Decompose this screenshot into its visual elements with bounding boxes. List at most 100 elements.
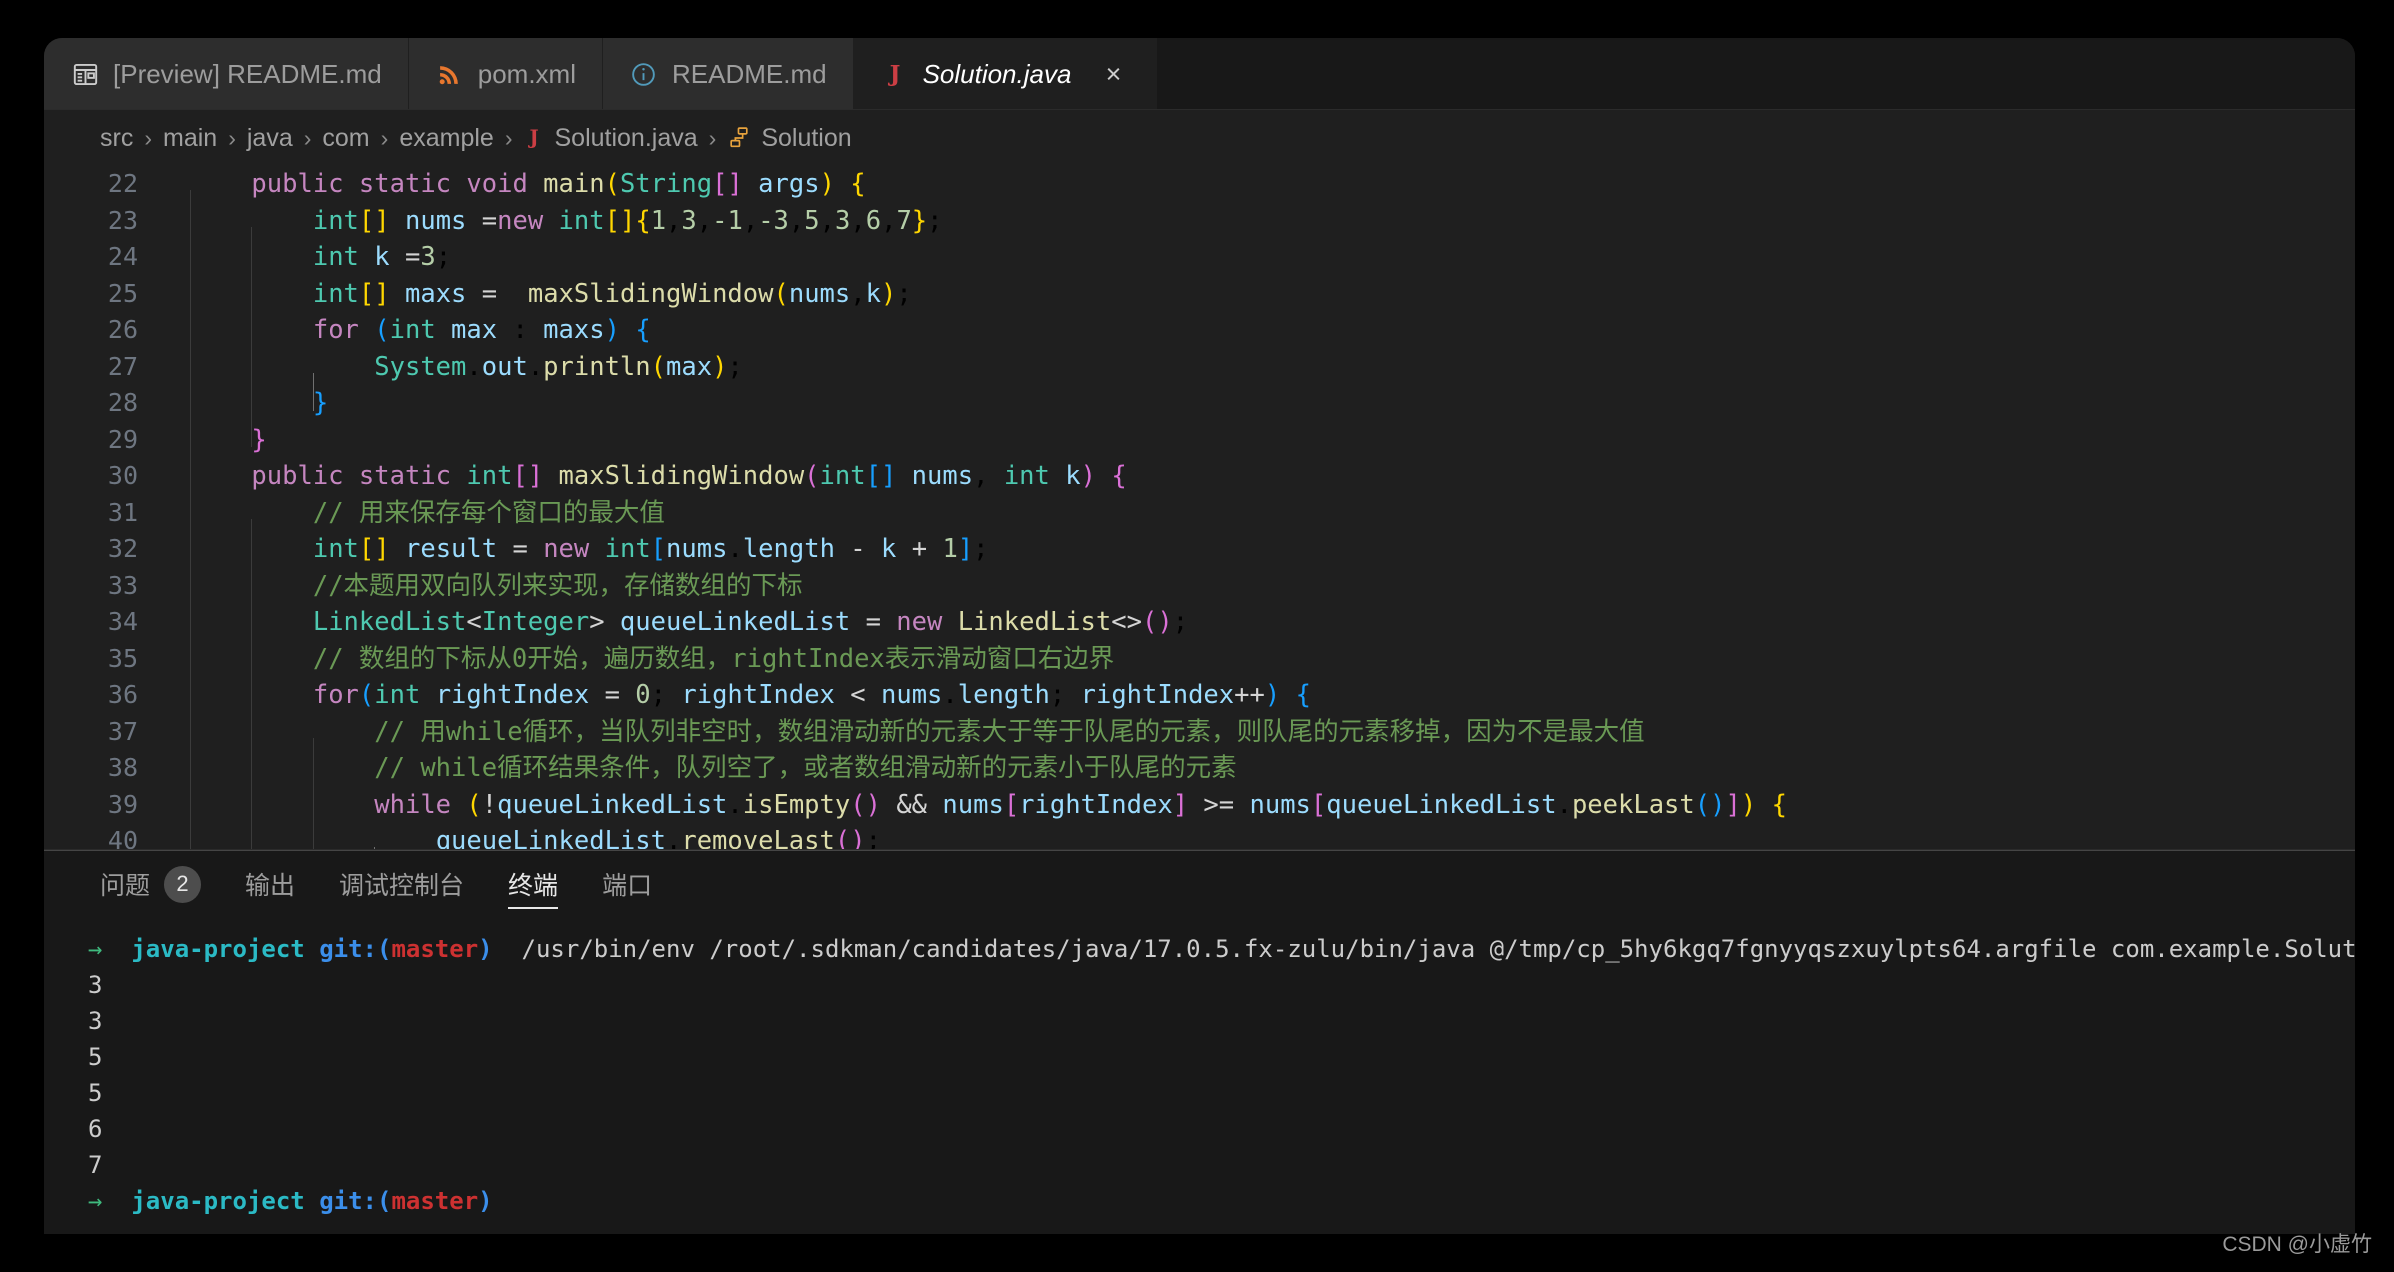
code-line: 25 int[] maxs = maxSlidingWindow(nums,k)… bbox=[44, 276, 2355, 338]
tab-readme-md[interactable]: README.md bbox=[602, 38, 854, 110]
prompt-arrow-icon: → bbox=[88, 935, 103, 963]
code-line: 28 } bbox=[44, 385, 2355, 447]
code-line: 23 int[] nums =new int[]{1,3,-1,-3,5,3,6… bbox=[44, 203, 2355, 265]
breadcrumb-item-java[interactable]: java bbox=[247, 124, 293, 153]
problems-badge: 2 bbox=[164, 865, 202, 903]
breadcrumb-label: java bbox=[246, 123, 293, 152]
prompt-arrow-icon: → bbox=[88, 1187, 103, 1215]
chevron-right-icon: › bbox=[504, 124, 513, 151]
tab-solution-java[interactable]: J Solution.java × bbox=[853, 38, 1158, 110]
line-number: 26 bbox=[107, 315, 138, 344]
panel-tab-label: 终端 bbox=[508, 872, 559, 900]
code-line: 36 for(int rightIndex = 0; rightIndex < … bbox=[44, 677, 2355, 739]
breadcrumb-label: main bbox=[163, 123, 218, 152]
breadcrumb: src › main › java › com › example › J So… bbox=[44, 110, 2355, 166]
line-number: 36 bbox=[107, 680, 138, 709]
breadcrumb-item-solution-class[interactable]: Solution bbox=[727, 123, 852, 153]
breadcrumb-item-com[interactable]: com bbox=[322, 124, 369, 153]
line-number: 29 bbox=[107, 424, 138, 454]
line-number: 40 bbox=[107, 826, 138, 850]
panel-tab-problems[interactable]: 问题 2 bbox=[100, 851, 202, 917]
vscode-window: [Preview] README.md pom.xml README.md J … bbox=[44, 38, 2355, 1234]
svg-text:J: J bbox=[528, 125, 539, 148]
bottom-panel: 问题 2 输出 调试控制台 终端 端口 → java-project git:(… bbox=[44, 850, 2355, 1234]
tab-label: Solution.java bbox=[922, 58, 1072, 89]
code-content: for (int max : maxs) { bbox=[190, 315, 651, 374]
class-icon bbox=[727, 124, 752, 153]
prompt-directory: java-project bbox=[131, 935, 305, 963]
line-number: 22 bbox=[107, 169, 138, 198]
line-number: 24 bbox=[107, 242, 138, 271]
code-content: public static void main(String[] args) { bbox=[190, 169, 866, 228]
code-line: 33 //本题用双向队列来实现，存储数组的下标 bbox=[44, 568, 2355, 630]
line-number: 31 bbox=[107, 497, 138, 527]
panel-tab-terminal[interactable]: 终端 bbox=[508, 851, 559, 917]
close-icon[interactable]: × bbox=[1096, 57, 1130, 91]
code-line: 22 public static void main(String[] args… bbox=[44, 166, 2355, 228]
line-number: 39 bbox=[107, 789, 138, 819]
terminal-output-line: 5 bbox=[88, 1079, 103, 1107]
code-line: 38 // while循环结果条件，队列空了，或者数组滑动新的元素小于队尾的元素 bbox=[44, 750, 2355, 812]
info-icon bbox=[629, 59, 659, 89]
java-icon: J bbox=[523, 124, 545, 153]
code-line: 26 for (int max : maxs) { bbox=[44, 312, 2355, 374]
code-line: 37 // 用while循环，当队列非空时，数组滑动新的元素大于等于队尾的元素，… bbox=[44, 714, 2355, 776]
line-number: 30 bbox=[107, 461, 138, 490]
preview-icon bbox=[70, 59, 100, 89]
breadcrumb-item-example[interactable]: example bbox=[399, 124, 494, 153]
line-number: 38 bbox=[107, 753, 138, 782]
breadcrumb-label: example bbox=[399, 123, 494, 152]
code-content: // while循环结果条件，队列空了，或者数组滑动新的元素小于队尾的元素 bbox=[190, 753, 1237, 812]
panel-tab-label: 输出 bbox=[245, 872, 296, 900]
breadcrumb-item-main[interactable]: main bbox=[163, 124, 217, 153]
code-content: // 用while循环，当队列非空时，数组滑动新的元素大于等于队尾的元素，则队尾… bbox=[190, 716, 1645, 776]
line-number: 35 bbox=[107, 643, 138, 673]
panel-tab-ports[interactable]: 端口 bbox=[602, 851, 652, 917]
tab-preview-readme[interactable]: [Preview] README.md bbox=[44, 38, 409, 110]
xml-rss-icon bbox=[435, 59, 465, 89]
panel-tab-debug-console[interactable]: 调试控制台 bbox=[339, 851, 464, 917]
code-line: 39 while (!queueLinkedList.isEmpty() && … bbox=[44, 787, 2355, 849]
code-content: int[] nums =new int[]{1,3,-1,-3,5,3,6,7}… bbox=[190, 205, 943, 265]
terminal-output[interactable]: → java-project git:(master) /usr/bin/env… bbox=[44, 917, 2355, 1234]
code-content: //本题用双向队列来实现，存储数组的下标 bbox=[190, 570, 803, 630]
code-line: 32 int[] result = new int[nums.length - … bbox=[44, 531, 2355, 593]
code-content: queueLinkedList.removeLast(); bbox=[190, 826, 881, 850]
editor-tab-bar: [Preview] README.md pom.xml README.md J … bbox=[44, 38, 2355, 110]
line-number: 27 bbox=[107, 351, 138, 381]
java-icon: J bbox=[880, 59, 910, 89]
breadcrumb-label: Solution bbox=[761, 123, 852, 152]
watermark: CSDN @小虚竹 bbox=[2222, 1233, 2372, 1256]
prompt-git-open: git:( bbox=[319, 1187, 392, 1215]
code-content: // 数组的下标从0开始，遍历数组，rightIndex表示滑动窗口右边界 bbox=[190, 643, 1115, 703]
terminal-output-line: 3 bbox=[88, 1007, 103, 1035]
breadcrumb-item-src[interactable]: src bbox=[100, 124, 133, 153]
chevron-right-icon: › bbox=[144, 124, 152, 151]
code-line: 29 } bbox=[44, 422, 2355, 484]
chevron-right-icon: › bbox=[380, 124, 389, 151]
tab-label: pom.xml bbox=[477, 58, 576, 89]
line-number: 28 bbox=[107, 388, 138, 417]
code-content: System.out.println(max); bbox=[190, 351, 743, 411]
code-content: for(int rightIndex = 0; rightIndex < num… bbox=[190, 680, 1311, 739]
code-content: public static int[] maxSlidingWindow(int… bbox=[190, 461, 1127, 520]
code-line: 30 public static int[] maxSlidingWindow(… bbox=[44, 458, 2355, 520]
panel-tab-output[interactable]: 输出 bbox=[245, 851, 295, 917]
breadcrumb-item-solution-java[interactable]: J Solution.java bbox=[523, 124, 698, 153]
terminal-command: /usr/bin/env /root/.sdkman/candidates/ja… bbox=[521, 935, 2355, 963]
line-number: 33 bbox=[107, 570, 138, 600]
prompt-git-close: ) bbox=[478, 1187, 493, 1215]
chevron-right-icon: › bbox=[708, 124, 717, 151]
chevron-right-icon: › bbox=[228, 124, 236, 151]
breadcrumb-label: src bbox=[100, 123, 134, 152]
breadcrumb-label: com bbox=[322, 123, 370, 152]
code-content: } bbox=[190, 388, 329, 447]
panel-tab-label: 调试控制台 bbox=[339, 872, 465, 900]
tab-label: README.md bbox=[671, 58, 827, 89]
code-editor[interactable]: 22 public static void main(String[] args… bbox=[44, 166, 2355, 850]
tab-pom-xml[interactable]: pom.xml bbox=[408, 38, 603, 110]
prompt-directory: java-project bbox=[131, 1187, 305, 1215]
line-number: 37 bbox=[107, 716, 138, 746]
terminal-output-line: 7 bbox=[88, 1151, 103, 1179]
line-number: 23 bbox=[107, 205, 138, 235]
